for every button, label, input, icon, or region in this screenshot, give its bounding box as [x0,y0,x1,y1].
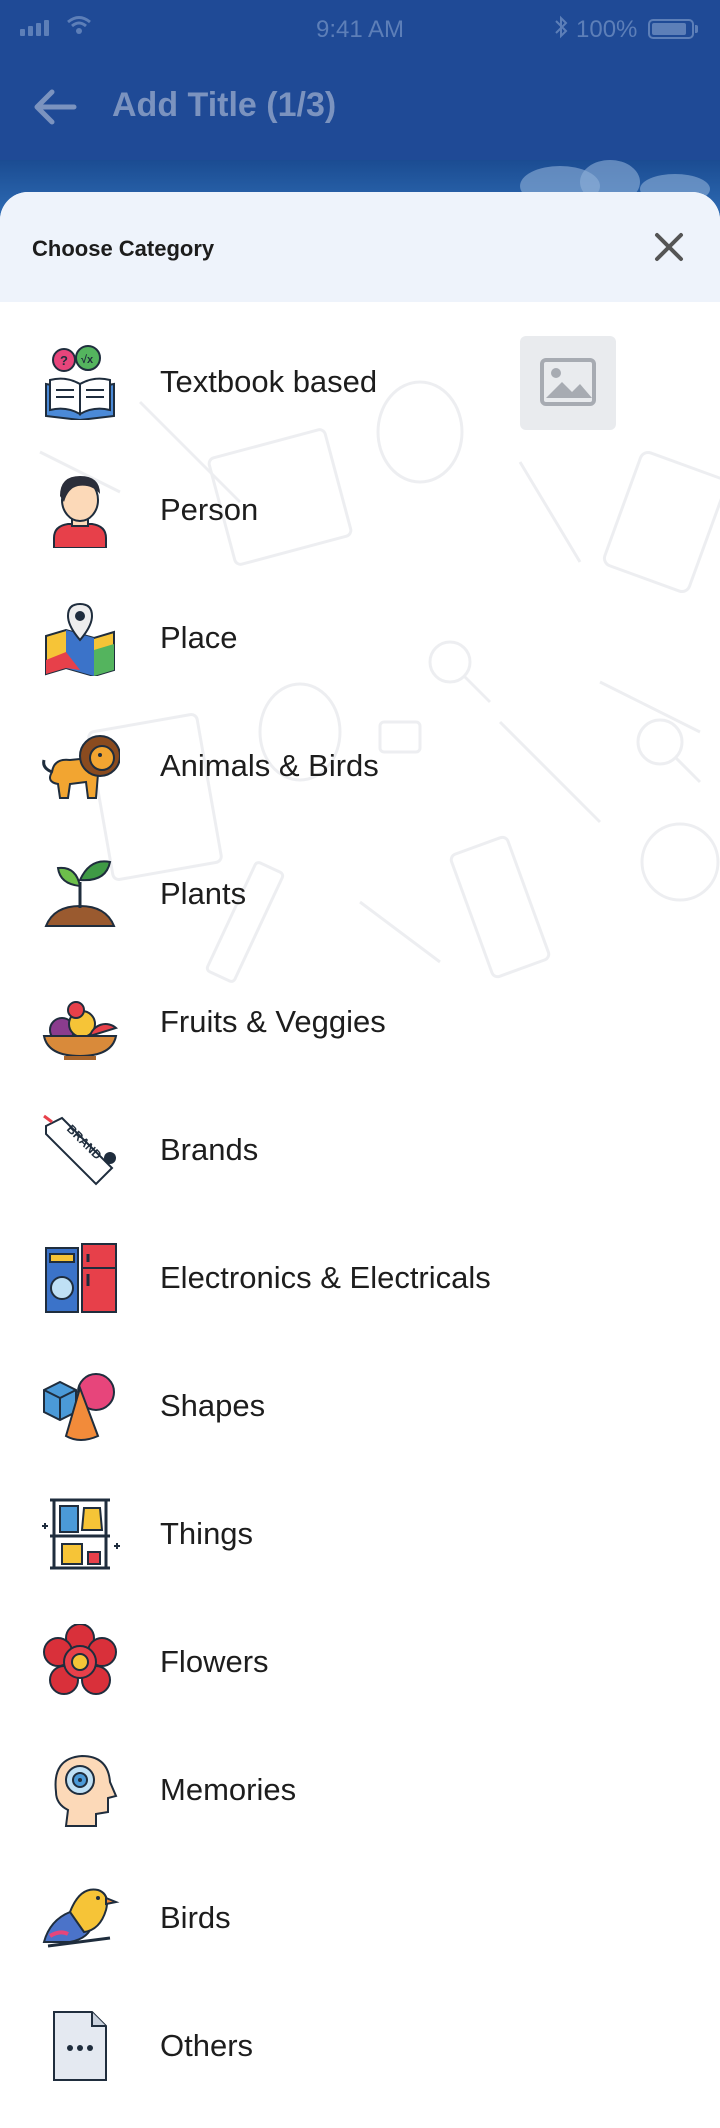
others-file-icon [53,2011,107,2081]
status-bar: 9:41 AM 100% [0,0,720,60]
category-item-things[interactable]: Things [0,1470,720,1598]
category-label: Memories [160,1772,297,1807]
fruit-bowl-icon [42,1001,119,1060]
category-item-place[interactable]: Place [0,574,720,702]
category-label: Animals & Birds [160,748,379,783]
category-list: ? √x Textbook based Person Place Animals… [0,318,720,2110]
close-icon[interactable] [648,226,690,268]
place-map-icon [45,602,115,676]
category-item-person[interactable]: Person [0,446,720,574]
category-label: Things [160,1516,254,1551]
category-item-shapes[interactable]: Shapes [0,1342,720,1470]
lion-icon [42,735,120,799]
category-item-fruits[interactable]: Fruits & Veggies [0,958,720,1086]
category-item-flowers[interactable]: Flowers [0,1598,720,1726]
app-bar: Add Title (1/3) [0,60,720,160]
category-label: Others [160,2028,254,2063]
textbook-icon: ? √x [45,345,115,420]
category-label: Textbook based [160,364,378,399]
battery-percent: 100% [576,16,638,43]
category-label: Birds [160,1900,231,1935]
svg-text:√x: √x [81,354,94,366]
category-item-birds[interactable]: Birds [0,1854,720,1982]
category-label: Flowers [160,1644,269,1679]
category-item-others[interactable]: Others [0,1982,720,2110]
category-sheet: Choose Category ? √x Textbook based Pers… [0,192,720,2128]
back-arrow-icon[interactable] [30,82,80,132]
category-label: Shapes [160,1388,266,1423]
category-item-plants[interactable]: Plants [0,830,720,958]
category-label: Brands [160,1132,259,1167]
battery-cap [695,25,698,33]
category-item-textbook[interactable]: ? √x Textbook based [0,318,720,446]
category-label: Plants [160,876,247,911]
sheet-title: Choose Category [32,236,215,261]
category-label: Electronics & Electricals [160,1260,491,1295]
memory-head-icon [54,1754,118,1827]
category-item-animals[interactable]: Animals & Birds [0,702,720,830]
person-icon [53,476,107,548]
bird-icon [42,1888,120,1948]
sheet-header: Choose Category [0,192,720,302]
sprout-icon [44,860,116,927]
category-label: Fruits & Veggies [160,1004,386,1039]
svg-text:?: ? [60,353,68,368]
category-item-memories[interactable]: Memories [0,1726,720,1854]
things-shelf-icon [42,1498,120,1570]
brand-tag-icon: BRAND [43,1114,116,1186]
shapes-icon [43,1373,115,1441]
category-label: Place [160,620,238,655]
category-item-electronics[interactable]: Electronics & Electricals [0,1214,720,1342]
category-label: Person [160,492,259,527]
page-title: Add Title (1/3) [112,86,337,124]
battery-icon [648,19,694,39]
category-item-brands[interactable]: BRAND Brands [0,1086,720,1214]
bluetooth-icon [555,15,568,39]
flower-icon [43,1624,117,1695]
appliances-icon [45,1243,117,1313]
